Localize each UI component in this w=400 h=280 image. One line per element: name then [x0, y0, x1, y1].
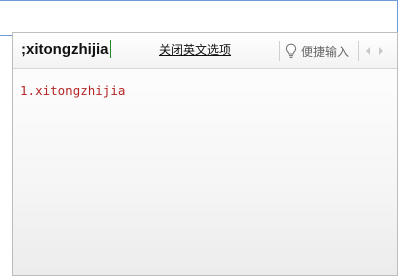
arrow-left-icon[interactable] — [363, 44, 373, 58]
host-text-field[interactable] — [0, 0, 398, 36]
ime-candidate-window: ;xitongzhijia 关闭英文选项 便捷输入 1.xitongzhijia — [12, 32, 398, 276]
text-caret — [109, 40, 111, 58]
toolbar-divider — [279, 41, 280, 61]
quick-input-label: 便捷输入 — [301, 44, 350, 59]
candidate-index: 1. — [20, 83, 36, 98]
candidate-item[interactable]: 1.xitongzhijia — [20, 82, 125, 100]
page-arrows — [363, 42, 386, 60]
candidate-text: xitongzhijia — [35, 83, 126, 98]
close-english-option-link[interactable]: 关闭英文选项 — [159, 41, 231, 59]
composition-text: ;xitongzhijia — [21, 41, 109, 58]
lightbulb-icon — [285, 43, 297, 58]
arrow-right-icon[interactable] — [376, 44, 386, 58]
toolbar-divider — [358, 41, 359, 61]
ime-toolbar: ;xitongzhijia 关闭英文选项 便捷输入 — [13, 33, 397, 69]
candidate-list: 1.xitongzhijia — [13, 69, 397, 275]
quick-input-button[interactable]: 便捷输入 — [284, 40, 349, 62]
composition-string: ;xitongzhijia — [21, 40, 111, 60]
